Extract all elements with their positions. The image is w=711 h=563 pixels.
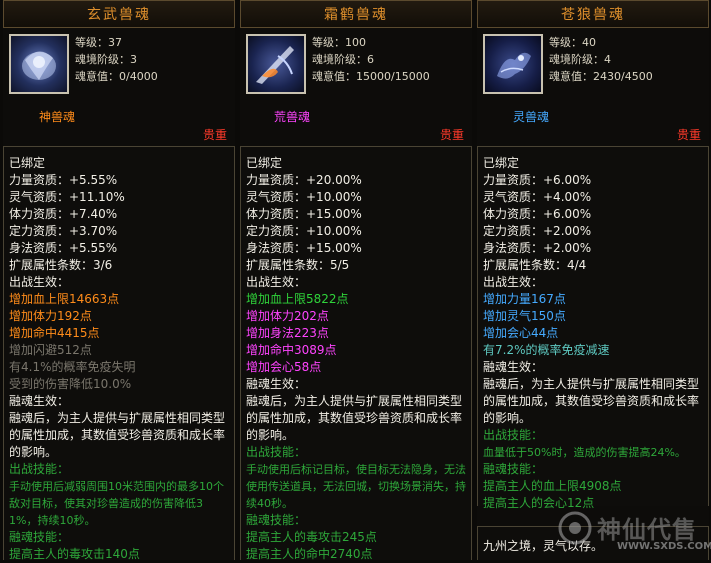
detail-line: 提高主人的毒攻击245点 [246, 530, 377, 544]
will-label: 魂意值：15000/15000 [312, 70, 430, 83]
azure-wolf-beast-soul-icon[interactable] [483, 34, 543, 94]
detail-line: 力量资质：+6.00% [483, 173, 592, 187]
extra-description-box: 九州之境，灵气以存。 [477, 526, 709, 560]
frost-crane-beast-soul-icon[interactable] [246, 34, 306, 94]
detail-line: 血量低于50%时，造成的伤害提高24%。 [483, 446, 686, 459]
detail-line: 增加血上限5822点 [246, 292, 349, 306]
detail-line: 增加闪避512点 [9, 343, 92, 357]
detail-line: 力量资质：+5.55% [9, 173, 118, 187]
detail-line: 增加体力192点 [9, 309, 92, 323]
detail-line: 定力资质：+10.00% [246, 224, 362, 238]
detail-line: 灵气资质：+4.00% [483, 190, 592, 204]
level-label: 等级：100 [312, 36, 366, 49]
detail-line: 增加灵气150点 [483, 309, 566, 323]
detail-line: 出战生效： [246, 275, 307, 289]
beast-soul-panel-canglang: 苍狼兽魂 等级：40 魂境阶级：4 魂意值：2430/4500 灵兽魂 贵重 已… [477, 0, 709, 560]
detail-line: 提高主人的血上限4908点 [483, 479, 622, 493]
detail-line: 身法资质：+2.00% [483, 241, 592, 255]
detail-line: 扩展属性条数：3/6 [9, 258, 113, 272]
detail-line: 体力资质：+7.40% [9, 207, 118, 221]
detail-line: 增加命中4415点 [9, 326, 100, 340]
detail-line: 扩展属性条数：4/4 [483, 258, 587, 272]
detail-line: 受到的伤害降低10.0% [9, 377, 132, 391]
detail-line: 身法资质：+15.00% [246, 241, 362, 255]
detail-line: 融魂生效： [483, 360, 544, 374]
detail-line: 有7.2%的概率免疫减速 [483, 343, 610, 357]
detail-line: 灵气资质：+10.00% [246, 190, 362, 204]
detail-line: 提高主人的命中2740点 [246, 547, 373, 561]
detail-line: 增加会心44点 [483, 326, 559, 340]
detail-line: 提高主人的毒攻击140点 [9, 547, 140, 561]
detail-line: 增加会心58点 [246, 360, 322, 374]
detail-line: 提高主人的会心12点 [483, 496, 595, 510]
soul-detail-box: 已绑定 力量资质：+20.00% 灵气资质：+10.00% 体力资质：+15.0… [240, 146, 472, 561]
detail-line: 定力资质：+3.70% [9, 224, 118, 238]
detail-line: 出战生效： [483, 275, 544, 289]
panel-title: 霜鹤兽魂 [240, 0, 472, 28]
detail-line: 融魂后，为主人提供与扩展属性相同类型的属性加成，其数值受珍兽资质和成长率的影响。 [246, 394, 463, 442]
realm-label: 魂境阶级：6 [312, 53, 374, 66]
soul-detail-box: 已绑定 力量资质：+6.00% 灵气资质：+4.00% 体力资质：+6.00% … [477, 146, 709, 510]
detail-line: 体力资质：+15.00% [246, 207, 362, 221]
soul-type-label: 荒兽魂 [274, 110, 311, 124]
quality-label: 贵重 [202, 128, 227, 142]
realm-label: 魂境阶级：4 [549, 53, 611, 66]
detail-line: 融魂生效： [246, 377, 307, 391]
detail-line: 增加身法223点 [246, 326, 329, 340]
detail-line: 融魂生效： [9, 394, 70, 408]
detail-line: 融魂后，为主人提供与扩展属性相同类型的属性加成，其数值受珍兽资质和成长率的影响。 [483, 377, 700, 425]
detail-line: 已绑定 [483, 156, 520, 170]
detail-line: 身法资质：+5.55% [9, 241, 118, 255]
detail-line: 有4.1%的概率免疫失明 [9, 360, 136, 374]
soul-type-label: 灵兽魂 [513, 110, 550, 124]
detail-line: 增加体力202点 [246, 309, 329, 323]
detail-line: 增加血上限14663点 [9, 292, 120, 306]
soul-stats: 等级：40 魂境阶级：4 魂意值：2430/4500 [549, 34, 653, 85]
detail-line: 融魂技能： [9, 530, 70, 544]
detail-line: 出战技能： [483, 428, 544, 442]
detail-line: 体力资质：+6.00% [483, 207, 592, 221]
panel-title: 玄武兽魂 [3, 0, 235, 28]
beast-soul-panel-xuanwu: 玄武兽魂 等级：37 魂境阶级：3 魂意值：0/4000 神兽魂 贵重 已绑定 … [3, 0, 235, 561]
detail-line: 力量资质：+20.00% [246, 173, 362, 187]
detail-line: 扩展属性条数：5/5 [246, 258, 350, 272]
detail-line: 融魂后，为主人提供与扩展属性相同类型的属性加成，其数值受珍兽资质和成长率的影响。 [9, 411, 226, 459]
detail-line: 出战技能： [9, 462, 70, 476]
detail-line: 定力资质：+2.00% [483, 224, 592, 238]
detail-line: 灵气资质：+11.10% [9, 190, 125, 204]
level-label: 等级：37 [75, 36, 122, 49]
detail-line: 已绑定 [9, 156, 46, 170]
quality-label: 贵重 [676, 128, 701, 142]
detail-line: 增加力量167点 [483, 292, 566, 306]
black-tortoise-beast-soul-icon[interactable] [9, 34, 69, 94]
soul-stats: 等级：37 魂境阶级：3 魂意值：0/4000 [75, 34, 158, 85]
detail-line: 已绑定 [246, 156, 283, 170]
quality-label: 贵重 [439, 128, 464, 142]
detail-line: 出战技能： [246, 445, 307, 459]
level-label: 等级：40 [549, 36, 596, 49]
beast-soul-panel-shuanghe: 霜鹤兽魂 等级：100 魂境阶级：6 魂意值：15000/15000 荒兽魂 贵… [240, 0, 472, 561]
soul-type-label: 神兽魂 [39, 110, 76, 124]
soul-stats: 等级：100 魂境阶级：6 魂意值：15000/15000 [312, 34, 430, 85]
detail-line: 手动使用后减弱周围10米范围内的最多10个敌对目标，使其对珍兽造成的伤害降低31… [9, 480, 224, 527]
will-label: 魂意值：0/4000 [75, 70, 158, 83]
detail-line: 手动使用后标记目标，使目标无法隐身，无法使用传送道具，无法回城，切换场景消失，持… [246, 463, 466, 510]
detail-line: 融魂技能： [483, 462, 544, 476]
detail-line: 增加命中3089点 [246, 343, 337, 357]
realm-label: 魂境阶级：3 [75, 53, 137, 66]
detail-line: 出战生效： [9, 275, 70, 289]
soul-detail-box: 已绑定 力量资质：+5.55% 灵气资质：+11.10% 体力资质：+7.40%… [3, 146, 235, 561]
panel-title: 苍狼兽魂 [477, 0, 709, 28]
detail-line: 融魂技能： [246, 513, 307, 527]
will-label: 魂意值：2430/4500 [549, 70, 653, 83]
